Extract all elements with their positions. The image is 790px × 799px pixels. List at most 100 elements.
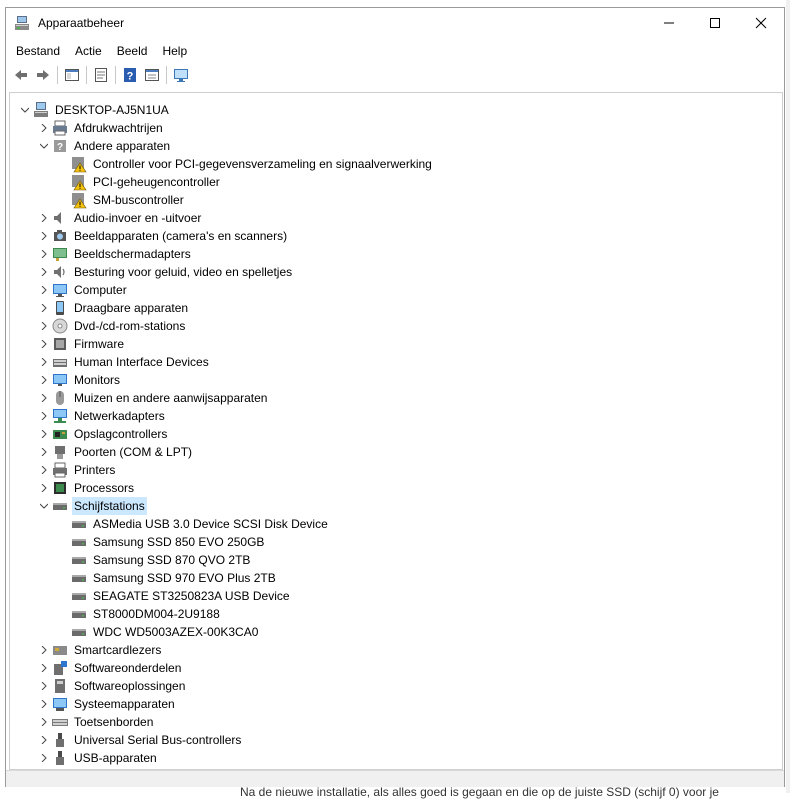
expand-toggle[interactable] bbox=[37, 731, 51, 749]
tree-category[interactable]: Toetsenborden bbox=[37, 713, 155, 731]
expand-toggle[interactable] bbox=[37, 641, 51, 659]
tree-item-label: Samsung SSD 870 QVO 2TB bbox=[93, 553, 251, 567]
expand-toggle[interactable] bbox=[37, 209, 51, 227]
status-bar bbox=[6, 770, 784, 787]
tree-category[interactable]: Netwerkadapters bbox=[37, 407, 167, 425]
tree-device[interactable]: Samsung SSD 850 EVO 250GB bbox=[56, 533, 266, 551]
tree-device[interactable]: PCI-geheugencontroller bbox=[56, 173, 222, 191]
tree-category[interactable]: Universal Serial Bus-controllers bbox=[37, 731, 243, 749]
tree-item-label: Audio-invoer en -uitvoer bbox=[74, 211, 202, 225]
menu-actie[interactable]: Actie bbox=[70, 41, 107, 61]
tree-device[interactable]: Samsung SSD 970 EVO Plus 2TB bbox=[56, 569, 278, 587]
device-tree[interactable]: DESKTOP-AJ5N1UA Afdrukwachtrijen? Andere a… bbox=[9, 92, 783, 770]
expand-toggle[interactable] bbox=[37, 659, 51, 677]
chevron-right-icon bbox=[41, 250, 47, 258]
tree-item-label: USB-apparaten bbox=[74, 751, 157, 765]
tree-root[interactable]: DESKTOP-AJ5N1UA bbox=[18, 101, 171, 119]
tree-category[interactable]: Draagbare apparaten bbox=[37, 299, 190, 317]
tree-item-icon bbox=[70, 587, 88, 605]
expand-toggle[interactable] bbox=[37, 407, 51, 425]
tree-category[interactable]: Firmware bbox=[37, 335, 126, 353]
tree-category[interactable]: Softwareoplossingen bbox=[37, 677, 187, 695]
collapse-toggle[interactable] bbox=[37, 137, 51, 155]
expand-toggle[interactable] bbox=[37, 299, 51, 317]
expand-toggle[interactable] bbox=[37, 119, 51, 137]
tree-item-label: Human Interface Devices bbox=[74, 355, 209, 369]
close-button[interactable] bbox=[738, 8, 784, 38]
tree-device[interactable]: SEAGATE ST3250823A USB Device bbox=[56, 587, 292, 605]
tree-category[interactable]: Schijfstations bbox=[37, 497, 147, 515]
tree-category[interactable]: Poorten (COM & LPT) bbox=[37, 443, 194, 461]
help-button[interactable]: ? bbox=[119, 64, 141, 86]
expand-toggle[interactable] bbox=[37, 677, 51, 695]
expand-toggle[interactable] bbox=[37, 353, 51, 371]
title-bar[interactable]: Apparaatbeheer bbox=[6, 8, 784, 38]
expand-toggle[interactable] bbox=[37, 695, 51, 713]
tree-device[interactable]: SM-buscontroller bbox=[56, 191, 186, 209]
maximize-icon bbox=[710, 18, 720, 28]
tree-device[interactable]: ASMedia USB 3.0 Device SCSI Disk Device bbox=[56, 515, 330, 533]
tree-category[interactable]: Processors bbox=[37, 479, 136, 497]
tree-category[interactable]: ? Andere apparaten bbox=[37, 137, 172, 155]
expand-toggle[interactable] bbox=[37, 245, 51, 263]
expand-toggle[interactable] bbox=[37, 371, 51, 389]
tree-item-label: Smartcardlezers bbox=[74, 643, 162, 657]
menu-beeld[interactable]: Beeld bbox=[112, 41, 153, 61]
tree-category[interactable]: Softwareonderdelen bbox=[37, 659, 183, 677]
tree-item-label: Universal Serial Bus-controllers bbox=[74, 733, 242, 747]
tree-item-label: Muizen en andere aanwijsapparaten bbox=[74, 391, 268, 405]
tree-category[interactable]: Dvd-/cd-rom-stations bbox=[37, 317, 187, 335]
tree-category[interactable]: Computer bbox=[37, 281, 129, 299]
firmware-icon bbox=[54, 338, 66, 350]
expand-toggle[interactable] bbox=[37, 227, 51, 245]
tree-category[interactable]: Smartcardlezers bbox=[37, 641, 163, 659]
collapse-toggle[interactable] bbox=[37, 497, 51, 515]
tree-category[interactable]: Systeemapparaten bbox=[37, 695, 177, 713]
menu-bestand[interactable]: Bestand bbox=[11, 41, 65, 61]
tree-device[interactable]: ST8000DM004-2U9188 bbox=[56, 605, 222, 623]
tree-item-icon bbox=[70, 605, 88, 623]
chevron-right-icon bbox=[41, 322, 47, 330]
show-hide-tree-button[interactable] bbox=[61, 64, 83, 86]
expand-toggle[interactable] bbox=[37, 389, 51, 407]
usb-device-icon bbox=[56, 751, 64, 765]
expand-toggle[interactable] bbox=[37, 281, 51, 299]
tree-category[interactable]: Printers bbox=[37, 461, 117, 479]
expand-toggle[interactable] bbox=[37, 443, 51, 461]
tree-category[interactable]: Afdrukwachtrijen bbox=[37, 119, 165, 137]
tree-category[interactable]: Monitors bbox=[37, 371, 122, 389]
menu-help[interactable]: Help bbox=[157, 41, 192, 61]
tree-item-icon bbox=[51, 299, 69, 317]
tree-item-icon bbox=[51, 677, 69, 695]
back-button[interactable] bbox=[10, 64, 32, 86]
monitor-icon bbox=[53, 374, 67, 386]
maximize-button[interactable] bbox=[692, 8, 738, 38]
scan-hardware-button[interactable] bbox=[170, 64, 192, 86]
expand-toggle[interactable] bbox=[37, 461, 51, 479]
tree-category[interactable]: Muizen en andere aanwijsapparaten bbox=[37, 389, 269, 407]
properties-button[interactable] bbox=[90, 64, 112, 86]
tree-category[interactable]: USB-apparaten bbox=[37, 749, 159, 767]
tree-item-icon bbox=[51, 335, 69, 353]
tree-device[interactable]: Controller voor PCI-gegevensverzameling … bbox=[56, 155, 434, 173]
tree-category[interactable]: Beeldapparaten (camera's en scanners) bbox=[37, 227, 289, 245]
tree-device[interactable]: WDC WD5003AZEX-00K3CA0 bbox=[56, 623, 260, 641]
minimize-button[interactable] bbox=[646, 8, 692, 38]
tree-category[interactable]: Beeldschermadapters bbox=[37, 245, 193, 263]
expand-toggle[interactable] bbox=[37, 425, 51, 443]
expand-toggle[interactable] bbox=[37, 335, 51, 353]
view-details-button[interactable] bbox=[141, 64, 163, 86]
tree-device[interactable]: Samsung SSD 870 QVO 2TB bbox=[56, 551, 252, 569]
expand-toggle[interactable] bbox=[37, 749, 51, 767]
tree-category[interactable]: Besturing voor geluid, video en spelletj… bbox=[37, 263, 294, 281]
tree-category[interactable]: Audio-invoer en -uitvoer bbox=[37, 209, 203, 227]
collapse-toggle[interactable] bbox=[18, 101, 32, 119]
expand-toggle[interactable] bbox=[37, 263, 51, 281]
tree-category[interactable]: Human Interface Devices bbox=[37, 353, 211, 371]
expand-toggle[interactable] bbox=[37, 317, 51, 335]
tree-category[interactable]: Opslagcontrollers bbox=[37, 425, 169, 443]
expand-toggle[interactable] bbox=[37, 479, 51, 497]
forward-button[interactable] bbox=[32, 64, 54, 86]
expand-toggle[interactable] bbox=[37, 713, 51, 731]
